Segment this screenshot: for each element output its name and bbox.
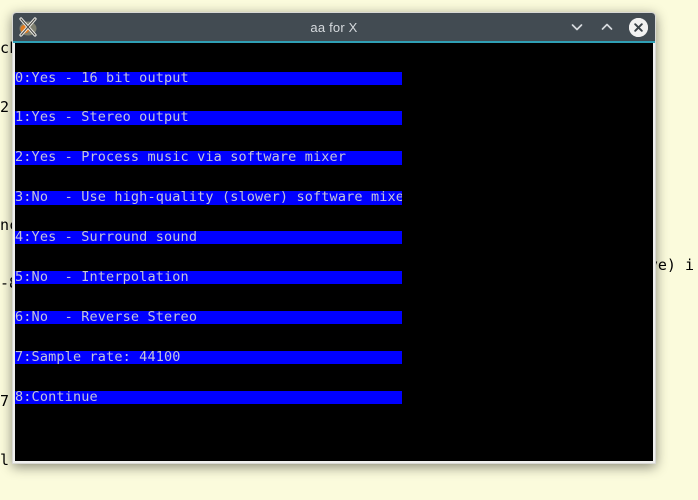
menu-item-continue[interactable]: 8:Continue: [15, 390, 402, 405]
aa-for-x-window[interactable]: aa for X 0:Yes - 16 bit output 1:Yes - S…: [12, 12, 656, 464]
menu-item-stereo-output[interactable]: 1:Yes - Stereo output: [15, 111, 402, 125]
aa-menu-screen: 0:Yes - 16 bit output 1:Yes - Stereo out…: [15, 45, 653, 431]
window-titlebar[interactable]: aa for X: [13, 13, 655, 41]
window-controls: [569, 17, 648, 37]
menu-item-surround-sound[interactable]: 4:Yes - Surround sound: [15, 231, 402, 245]
close-button[interactable]: [629, 17, 648, 37]
menu-item-16-bit-output[interactable]: 0:Yes - 16 bit output: [15, 71, 402, 85]
menu-item-interpolation[interactable]: 5:No - Interpolation: [15, 271, 402, 285]
window-title: aa for X: [310, 19, 358, 35]
maximize-button[interactable]: [599, 19, 615, 35]
menu-item-software-mixer[interactable]: 2:Yes - Process music via software mixer: [15, 151, 402, 165]
menu-item-reverse-stereo[interactable]: 6:No - Reverse Stereo: [15, 310, 402, 325]
x-logo-icon: [17, 16, 39, 38]
menu-item-sample-rate[interactable]: 7:Sample rate: 44100: [15, 350, 402, 365]
aa-terminal-content[interactable]: 0:Yes - 16 bit output 1:Yes - Stereo out…: [15, 43, 653, 461]
minimize-button[interactable]: [569, 19, 585, 35]
menu-item-high-quality-mixer[interactable]: 3:No - Use high-quality (slower) softwar…: [15, 191, 402, 205]
